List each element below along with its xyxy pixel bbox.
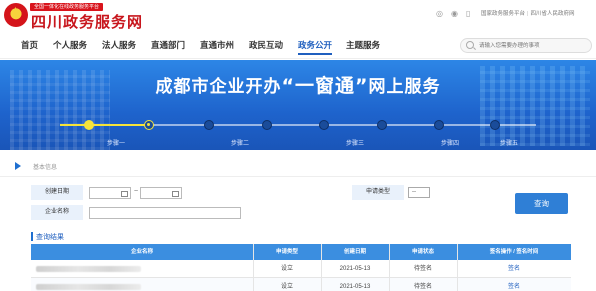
social-icons: ◎ ◉ ▯ — [436, 9, 470, 19]
step-label-4: 步骤四 — [441, 141, 460, 147]
table-row: 设立 2021-05-13 待签名 签名 — [31, 278, 571, 291]
col-header-type: 申请类型 — [275, 249, 298, 255]
results-heading-bar — [31, 232, 33, 241]
step-dot-2 — [144, 120, 154, 130]
table-header: 企业名称 申请类型 创建日期 申请状态 签名操作 / 签名时间 — [31, 244, 571, 260]
cell-status: 待签名 — [413, 284, 432, 290]
column-divider — [457, 244, 458, 291]
sign-link[interactable]: 签名 — [457, 260, 571, 278]
step-label-1: 步骤一 — [107, 141, 126, 147]
results-title: 查询结果 — [36, 234, 64, 241]
cell-type: 设立 — [280, 266, 293, 272]
step-dot-5 — [319, 120, 329, 130]
mobile-icon[interactable]: ▯ — [466, 9, 470, 19]
banner-title-highlight: “一窗通” — [281, 75, 369, 97]
step-dot-8 — [490, 120, 500, 130]
nav-item-personal[interactable]: 个人服务 — [53, 39, 87, 51]
link-provincial-gov[interactable]: 四川省人民政府网 — [530, 11, 574, 17]
cell-type: 设立 — [280, 284, 293, 290]
column-divider — [321, 244, 322, 291]
sign-link[interactable]: 签名 — [457, 278, 571, 291]
column-divider — [253, 244, 254, 291]
apply-type-select[interactable]: -- — [408, 187, 430, 198]
breadcrumb: 基本信息 — [0, 155, 596, 177]
breadcrumb-marker-icon — [15, 162, 21, 170]
step-label-2: 步骤二 — [231, 141, 250, 147]
breadcrumb-text: 基本信息 — [33, 165, 58, 171]
banner-title: 成都市企业开办“一窗通”网上服务 — [0, 71, 596, 98]
nav-item-topics[interactable]: 主题服务 — [346, 39, 380, 51]
weibo-icon[interactable]: ◉ — [451, 9, 458, 19]
apply-type-label: 申请类型 — [352, 185, 404, 200]
col-header-status: 申请状态 — [411, 249, 434, 255]
site-title[interactable]: 四川政务服务网 — [31, 11, 143, 32]
end-date-input[interactable] — [140, 187, 182, 199]
redacted-company-name — [36, 266, 141, 272]
cell-date: 2021-05-13 — [339, 266, 371, 272]
start-date-input[interactable] — [89, 187, 131, 199]
national-emblem-logo — [4, 3, 28, 27]
nav-item-cities[interactable]: 直通市州 — [200, 39, 234, 51]
search-icon[interactable] — [466, 41, 474, 49]
nav-item-gov-affairs[interactable]: 政务公开 — [298, 39, 333, 55]
search-input[interactable] — [479, 41, 587, 51]
step-dot-3 — [204, 120, 214, 130]
nav-item-interaction[interactable]: 政民互动 — [249, 39, 283, 51]
site-header: 全国一体化在线政务服务平台 四川政务服务网 ◎ ◉ ▯ 国家政务服务平台|四川省… — [0, 0, 596, 32]
step-progress-line — [60, 124, 536, 126]
wechat-icon[interactable]: ◎ — [436, 9, 443, 19]
banner-title-suffix: 网上服务 — [368, 77, 441, 97]
platform-slogan: 全国一体化在线政务服务平台 — [30, 3, 104, 11]
col-header-company: 企业名称 — [130, 249, 153, 255]
cell-company — [31, 278, 253, 291]
step-label-5: 步骤五 — [500, 141, 519, 147]
query-form: 创建日期 ~ 申请类型 -- 企业名称 查询 — [31, 185, 591, 223]
query-button[interactable]: 查询 — [515, 193, 568, 214]
top-links: 国家政务服务平台 | 四川省人民政府网 — [481, 9, 574, 19]
step-label-3: 步骤三 — [346, 141, 365, 147]
banner-title-prefix: 成都市企业开办 — [155, 77, 282, 97]
nav-item-home[interactable]: 首页 — [21, 39, 38, 51]
col-header-date: 创建日期 — [343, 249, 366, 255]
created-date-label: 创建日期 — [31, 185, 83, 200]
col-header-action: 签名操作 / 签名时间 — [489, 249, 539, 255]
redacted-company-name — [36, 284, 141, 290]
step-dot-6 — [377, 120, 387, 130]
banner: 成都市企业开办“一窗通”网上服务 — [0, 60, 596, 150]
link-separator: | — [527, 11, 529, 17]
cell-date: 2021-05-13 — [339, 284, 371, 290]
company-name-label: 企业名称 — [31, 205, 83, 220]
step-dot-7 — [434, 120, 444, 130]
nav-item-corporate[interactable]: 法人服务 — [102, 39, 136, 51]
table-row: 设立 2021-05-13 待签名 签名 — [31, 260, 571, 278]
cell-status: 待签名 — [413, 266, 432, 272]
cell-company — [31, 260, 253, 278]
column-divider — [389, 244, 390, 291]
step-dot-1 — [84, 120, 94, 130]
step-progress-done — [60, 124, 150, 126]
link-national-platform[interactable]: 国家政务服务平台 — [481, 11, 525, 17]
search-box[interactable] — [460, 38, 592, 53]
company-name-input[interactable] — [89, 207, 241, 219]
step-dot-4 — [262, 120, 272, 130]
main-nav: 首页 个人服务 法人服务 直通部门 直通市州 政民互动 政务公开 主题服务 — [0, 33, 596, 59]
nav-item-departments[interactable]: 直通部门 — [151, 39, 185, 51]
date-separator: ~ — [134, 188, 139, 195]
